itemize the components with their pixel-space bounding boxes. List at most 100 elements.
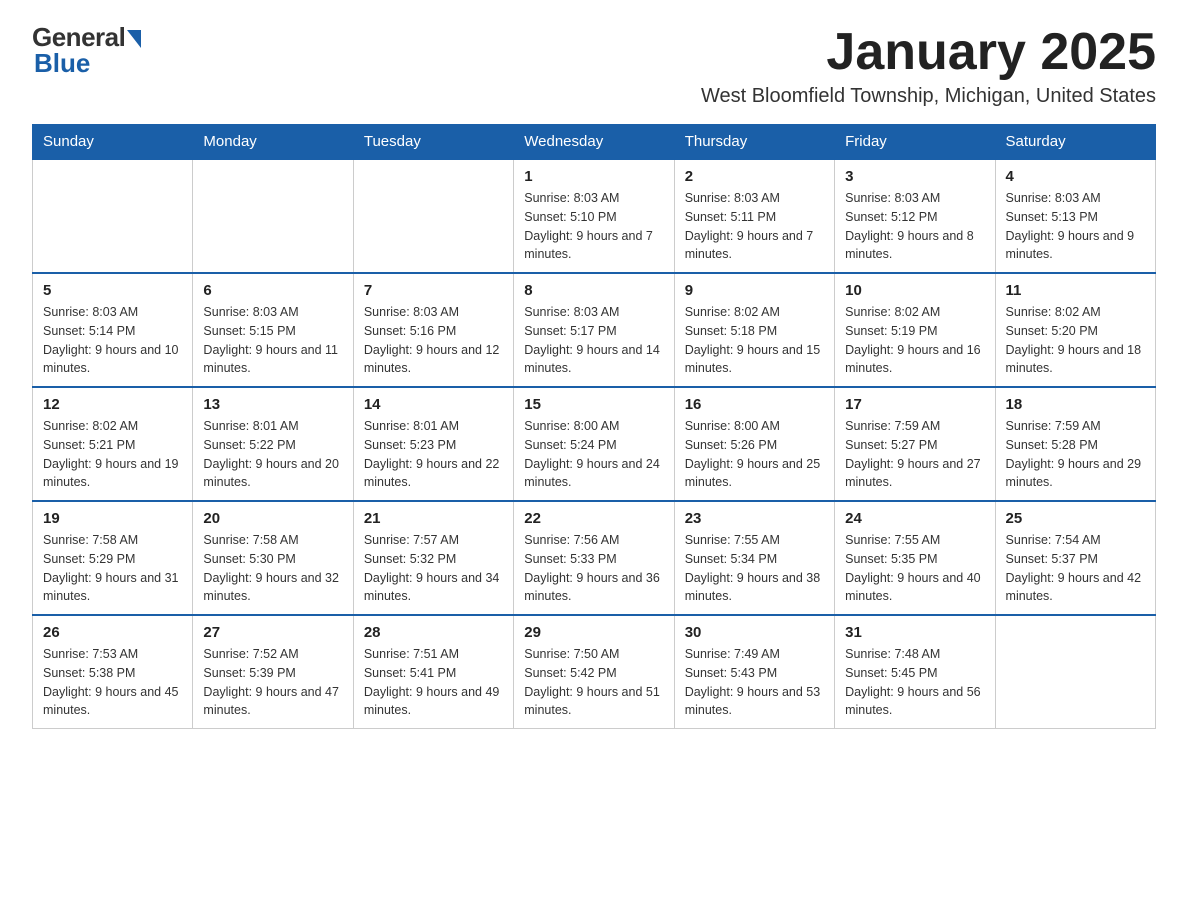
day-number: 2 (685, 168, 824, 185)
calendar-cell: 28Sunrise: 7:51 AMSunset: 5:41 PMDayligh… (353, 615, 513, 729)
calendar-cell: 19 Sunrise: 7:58 AMSunset: 5:29 PMDayligh… (33, 501, 193, 615)
calendar-cell: 22 Sunrise: 7:56 AMSunset: 5:33 PMDayligh… (514, 501, 674, 615)
day-number: 21 (364, 510, 503, 527)
day-info: Sunrise: 7:48 AMSunset: 5:45 PMDaylight:… (845, 645, 984, 720)
day-info: Sunrise: 8:03 AMSunset: 5:14 PMDaylight:… (43, 303, 182, 378)
calendar-cell: 13 Sunrise: 8:01 AMSunset: 5:22 PMDayligh… (193, 387, 353, 501)
day-number: 16 (685, 396, 824, 413)
day-of-week-header: Friday (835, 125, 995, 160)
calendar-cell: 4Sunrise: 8:03 AMSunset: 5:13 PMDaylight… (995, 159, 1155, 273)
calendar-week-row: 26 Sunrise: 7:53 AMSunset: 5:38 PMDayligh… (33, 615, 1156, 729)
day-number: 10 (845, 282, 984, 299)
day-info: Sunrise: 7:58 AMSunset: 5:30 PMDaylight:… (203, 531, 342, 606)
calendar-cell: 9 Sunrise: 8:02 AMSunset: 5:18 PMDaylight… (674, 273, 834, 387)
calendar-cell: 17 Sunrise: 7:59 AMSunset: 5:27 PMDayligh… (835, 387, 995, 501)
calendar-cell: 24Sunrise: 7:55 AMSunset: 5:35 PMDayligh… (835, 501, 995, 615)
day-number: 27 (203, 624, 342, 641)
calendar-cell: 2 Sunrise: 8:03 AMSunset: 5:11 PMDaylight… (674, 159, 834, 273)
day-number: 24 (845, 510, 984, 527)
day-number: 15 (524, 396, 663, 413)
day-number: 26 (43, 624, 182, 641)
day-info: Sunrise: 8:03 AMSunset: 5:15 PMDaylight:… (203, 303, 342, 378)
day-info: Sunrise: 8:03 AMSunset: 5:17 PMDaylight:… (524, 303, 663, 378)
calendar-cell: 29Sunrise: 7:50 AMSunset: 5:42 PMDayligh… (514, 615, 674, 729)
day-info: Sunrise: 8:02 AMSunset: 5:18 PMDaylight:… (685, 303, 824, 378)
calendar-cell: 3 Sunrise: 8:03 AMSunset: 5:12 PMDaylight… (835, 159, 995, 273)
calendar-cell: 7Sunrise: 8:03 AMSunset: 5:16 PMDaylight… (353, 273, 513, 387)
calendar-cell: 12 Sunrise: 8:02 AMSunset: 5:21 PMDayligh… (33, 387, 193, 501)
day-of-week-header: Wednesday (514, 125, 674, 160)
calendar-week-row: 19 Sunrise: 7:58 AMSunset: 5:29 PMDayligh… (33, 501, 1156, 615)
day-number: 9 (685, 282, 824, 299)
calendar-cell (353, 159, 513, 273)
day-number: 31 (845, 624, 984, 641)
day-number: 1 (524, 168, 663, 185)
calendar-cell: 5Sunrise: 8:03 AMSunset: 5:14 PMDaylight… (33, 273, 193, 387)
calendar-cell: 14 Sunrise: 8:01 AMSunset: 5:23 PMDayligh… (353, 387, 513, 501)
location-title: West Bloomfield Township, Michigan, Unit… (701, 85, 1156, 108)
calendar-cell: 15 Sunrise: 8:00 AMSunset: 5:24 PMDayligh… (514, 387, 674, 501)
day-info: Sunrise: 8:02 AMSunset: 5:21 PMDaylight:… (43, 417, 182, 492)
calendar-week-row: 12 Sunrise: 8:02 AMSunset: 5:21 PMDayligh… (33, 387, 1156, 501)
logo: General Blue (32, 24, 141, 76)
day-info: Sunrise: 7:59 AMSunset: 5:28 PMDaylight:… (1006, 417, 1145, 492)
day-number: 18 (1006, 396, 1145, 413)
day-info: Sunrise: 7:58 AMSunset: 5:29 PMDaylight:… (43, 531, 182, 606)
calendar-cell: 6 Sunrise: 8:03 AMSunset: 5:15 PMDaylight… (193, 273, 353, 387)
day-number: 13 (203, 396, 342, 413)
page-header: General Blue January 2025 West Bloomfiel… (32, 24, 1156, 108)
calendar-cell: 31 Sunrise: 7:48 AMSunset: 5:45 PMDayligh… (835, 615, 995, 729)
calendar-cell (33, 159, 193, 273)
day-info: Sunrise: 8:01 AMSunset: 5:23 PMDaylight:… (364, 417, 503, 492)
calendar-cell: 20 Sunrise: 7:58 AMSunset: 5:30 PMDayligh… (193, 501, 353, 615)
day-number: 17 (845, 396, 984, 413)
day-info: Sunrise: 7:59 AMSunset: 5:27 PMDaylight:… (845, 417, 984, 492)
day-info: Sunrise: 7:53 AMSunset: 5:38 PMDaylight:… (43, 645, 182, 720)
day-info: Sunrise: 7:55 AMSunset: 5:34 PMDaylight:… (685, 531, 824, 606)
logo-blue-text: Blue (32, 50, 90, 76)
calendar-cell: 10 Sunrise: 8:02 AMSunset: 5:19 PMDayligh… (835, 273, 995, 387)
calendar-cell: 27Sunrise: 7:52 AMSunset: 5:39 PMDayligh… (193, 615, 353, 729)
day-info: Sunrise: 8:00 AMSunset: 5:26 PMDaylight:… (685, 417, 824, 492)
calendar-week-row: 1 Sunrise: 8:03 AMSunset: 5:10 PMDaylight… (33, 159, 1156, 273)
day-number: 3 (845, 168, 984, 185)
day-info: Sunrise: 8:00 AMSunset: 5:24 PMDaylight:… (524, 417, 663, 492)
calendar-week-row: 5Sunrise: 8:03 AMSunset: 5:14 PMDaylight… (33, 273, 1156, 387)
day-info: Sunrise: 7:49 AMSunset: 5:43 PMDaylight:… (685, 645, 824, 720)
day-info: Sunrise: 7:56 AMSunset: 5:33 PMDaylight:… (524, 531, 663, 606)
day-of-week-header: Saturday (995, 125, 1155, 160)
day-number: 8 (524, 282, 663, 299)
calendar-cell: 23Sunrise: 7:55 AMSunset: 5:34 PMDayligh… (674, 501, 834, 615)
day-number: 12 (43, 396, 182, 413)
day-number: 30 (685, 624, 824, 641)
logo-arrow-icon (127, 30, 141, 48)
day-of-week-header: Tuesday (353, 125, 513, 160)
day-number: 28 (364, 624, 503, 641)
day-number: 6 (203, 282, 342, 299)
logo-general-text: General (32, 24, 125, 50)
calendar-cell: 1 Sunrise: 8:03 AMSunset: 5:10 PMDaylight… (514, 159, 674, 273)
day-number: 14 (364, 396, 503, 413)
day-info: Sunrise: 8:03 AMSunset: 5:10 PMDaylight:… (524, 189, 663, 264)
month-title: January 2025 (701, 24, 1156, 81)
title-section: January 2025 West Bloomfield Township, M… (701, 24, 1156, 108)
day-number: 19 (43, 510, 182, 527)
day-info: Sunrise: 8:02 AMSunset: 5:19 PMDaylight:… (845, 303, 984, 378)
day-number: 22 (524, 510, 663, 527)
day-of-week-header: Monday (193, 125, 353, 160)
day-info: Sunrise: 8:03 AMSunset: 5:12 PMDaylight:… (845, 189, 984, 264)
day-info: Sunrise: 8:01 AMSunset: 5:22 PMDaylight:… (203, 417, 342, 492)
day-info: Sunrise: 8:03 AMSunset: 5:11 PMDaylight:… (685, 189, 824, 264)
day-number: 4 (1006, 168, 1145, 185)
calendar-table: SundayMondayTuesdayWednesdayThursdayFrid… (32, 124, 1156, 729)
calendar-cell: 26 Sunrise: 7:53 AMSunset: 5:38 PMDayligh… (33, 615, 193, 729)
day-number: 20 (203, 510, 342, 527)
calendar-cell (193, 159, 353, 273)
calendar-cell: 30 Sunrise: 7:49 AMSunset: 5:43 PMDayligh… (674, 615, 834, 729)
calendar-cell (995, 615, 1155, 729)
day-number: 25 (1006, 510, 1145, 527)
calendar-cell: 8 Sunrise: 8:03 AMSunset: 5:17 PMDaylight… (514, 273, 674, 387)
calendar-cell: 25Sunrise: 7:54 AMSunset: 5:37 PMDayligh… (995, 501, 1155, 615)
calendar-cell: 18 Sunrise: 7:59 AMSunset: 5:28 PMDayligh… (995, 387, 1155, 501)
day-number: 29 (524, 624, 663, 641)
